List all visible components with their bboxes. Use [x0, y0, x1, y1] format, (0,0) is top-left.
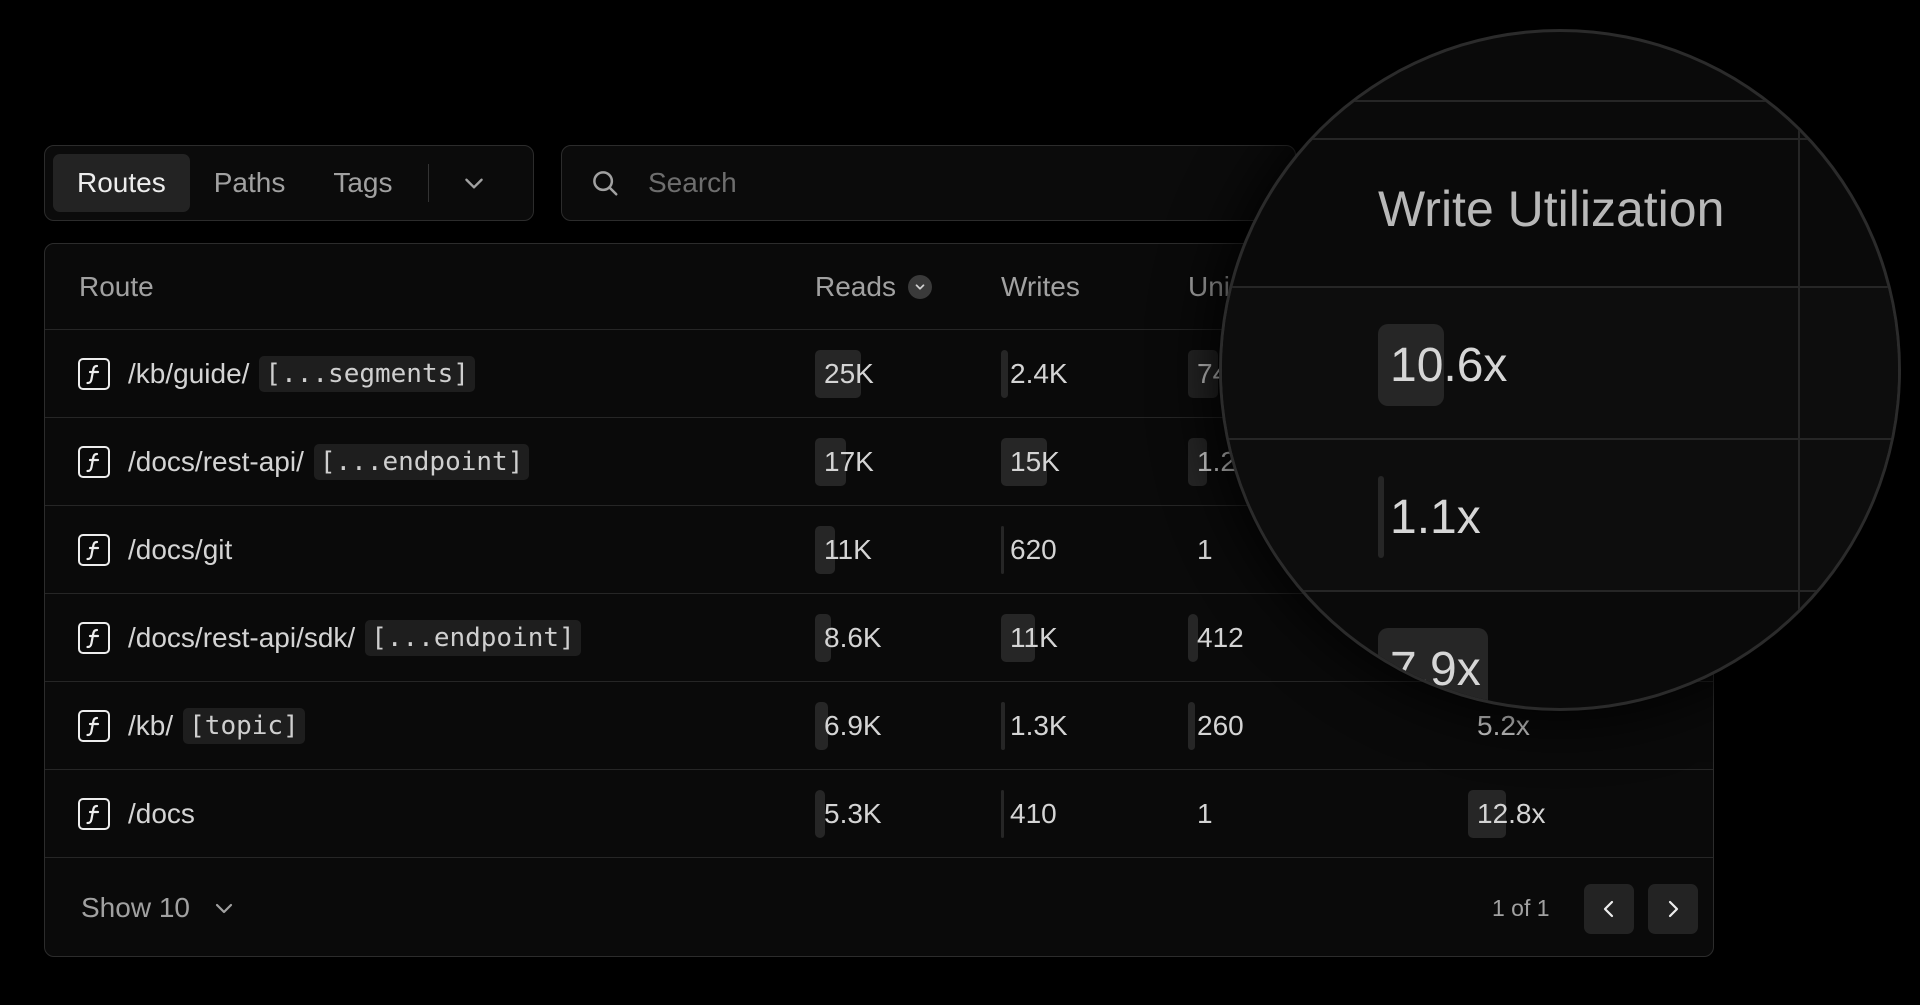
next-page-button[interactable]	[1648, 884, 1698, 934]
page-size-select[interactable]: Show 10	[81, 858, 236, 956]
route-param: [...endpoint]	[313, 444, 530, 480]
function-icon	[78, 622, 110, 654]
chevron-right-icon	[1668, 900, 1679, 918]
route-path[interactable]: /docs/rest-api/	[128, 446, 304, 478]
writes-cell: 620	[1001, 506, 1057, 594]
route-cell: /docs/rest-api/ [...endpoint]	[78, 418, 530, 506]
reads-value: 5.3K	[824, 798, 882, 829]
previous-page-button[interactable]	[1584, 884, 1634, 934]
function-icon	[78, 446, 110, 478]
unique-value: 260	[1197, 710, 1244, 741]
route-path[interactable]: /kb/	[128, 710, 173, 742]
writes-cell: 410	[1001, 770, 1057, 858]
chevron-left-icon	[1603, 900, 1614, 918]
writes-cell: 1.3K	[1001, 682, 1068, 770]
writes-value: 15K	[1010, 446, 1060, 477]
route-cell: /kb/guide/ [...segments]	[78, 330, 475, 418]
function-icon	[78, 710, 110, 742]
magnified-column-header: Write Utilization	[1378, 181, 1725, 237]
reads-cell: 17K	[815, 418, 874, 506]
route-path[interactable]: /kb/guide/	[128, 358, 249, 390]
magnified-utilization-value: 1.1x	[1390, 491, 1481, 544]
writes-value: 11K	[1010, 622, 1058, 653]
tab-paths[interactable]: Paths	[190, 154, 310, 212]
sort-descending-icon[interactable]	[907, 275, 932, 299]
writes-value: 410	[1010, 798, 1057, 829]
reads-value: 11K	[824, 534, 872, 565]
search-input[interactable]	[646, 166, 1295, 200]
table-row[interactable]: /docs 5.3K 410 1 12.8x	[45, 770, 1713, 858]
search-icon	[584, 162, 626, 204]
function-icon	[78, 534, 110, 566]
writes-value: 2.4K	[1010, 358, 1068, 389]
chevron-down-icon	[465, 178, 484, 189]
magnified-utilization-value: 7.9x	[1390, 643, 1481, 696]
page-indicator: 1 of 1	[1492, 894, 1550, 921]
tabs-divider	[428, 164, 430, 202]
reads-value: 25K	[824, 358, 874, 389]
table-footer: Show 10 1 of 1	[45, 858, 1713, 956]
route-param: [...segments]	[259, 356, 475, 392]
reads-value: 17K	[824, 446, 874, 477]
reads-cell: 5.3K	[815, 770, 882, 858]
search-box	[561, 145, 1296, 221]
route-param: [topic]	[183, 708, 305, 744]
unique-value: 1	[1197, 534, 1213, 565]
function-icon	[78, 798, 110, 830]
writes-cell: 2.4K	[1001, 330, 1068, 418]
view-tabs: Routes Paths Tags	[44, 145, 534, 221]
route-param: [...endpoint]	[365, 620, 581, 656]
unique-cell: 1	[1188, 506, 1213, 594]
reads-value: 6.9K	[824, 710, 882, 741]
unique-cell: 1	[1188, 770, 1213, 858]
unique-value: 1	[1197, 798, 1213, 829]
route-cell: /docs	[78, 770, 195, 858]
column-header-writes[interactable]: Writes	[1001, 244, 1080, 330]
route-path[interactable]: /docs/git	[128, 534, 232, 566]
tab-routes[interactable]: Routes	[53, 154, 190, 212]
reads-cell: 11K	[815, 506, 872, 594]
column-header-route[interactable]: Route	[79, 244, 154, 330]
column-header-reads[interactable]: Reads	[815, 244, 932, 330]
magnified-utilization-value: 10.6x	[1390, 339, 1508, 392]
function-icon	[78, 358, 110, 390]
write-utilization-value: 5.2x	[1477, 710, 1530, 741]
reads-cell: 25K	[815, 330, 874, 418]
magnified-utilization-bar	[1378, 476, 1384, 558]
writes-cell: 15K	[1001, 418, 1060, 506]
reads-value: 8.6K	[824, 622, 882, 653]
route-path[interactable]: /docs/rest-api/sdk/	[128, 622, 355, 654]
chevron-down-icon	[215, 903, 233, 914]
reads-cell: 8.6K	[815, 594, 882, 682]
writes-cell: 11K	[1001, 594, 1058, 682]
tabs-dropdown-button[interactable]	[447, 154, 501, 212]
write-utilization-cell: 12.8x	[1468, 770, 1546, 858]
route-cell: /docs/rest-api/sdk/ [...endpoint]	[78, 594, 581, 682]
writes-value: 1.3K	[1010, 710, 1068, 741]
writes-value: 620	[1010, 534, 1057, 565]
tab-tags[interactable]: Tags	[309, 154, 416, 212]
route-cell: /docs/git	[78, 506, 232, 594]
write-utilization-value: 12.8x	[1477, 798, 1546, 829]
reads-cell: 6.9K	[815, 682, 882, 770]
route-path[interactable]: /docs	[128, 798, 195, 830]
route-cell: /kb/ [topic]	[78, 682, 305, 770]
magnifier-lens: Write Utilization 10.6x 1.1x 7.9x	[1222, 32, 1898, 708]
